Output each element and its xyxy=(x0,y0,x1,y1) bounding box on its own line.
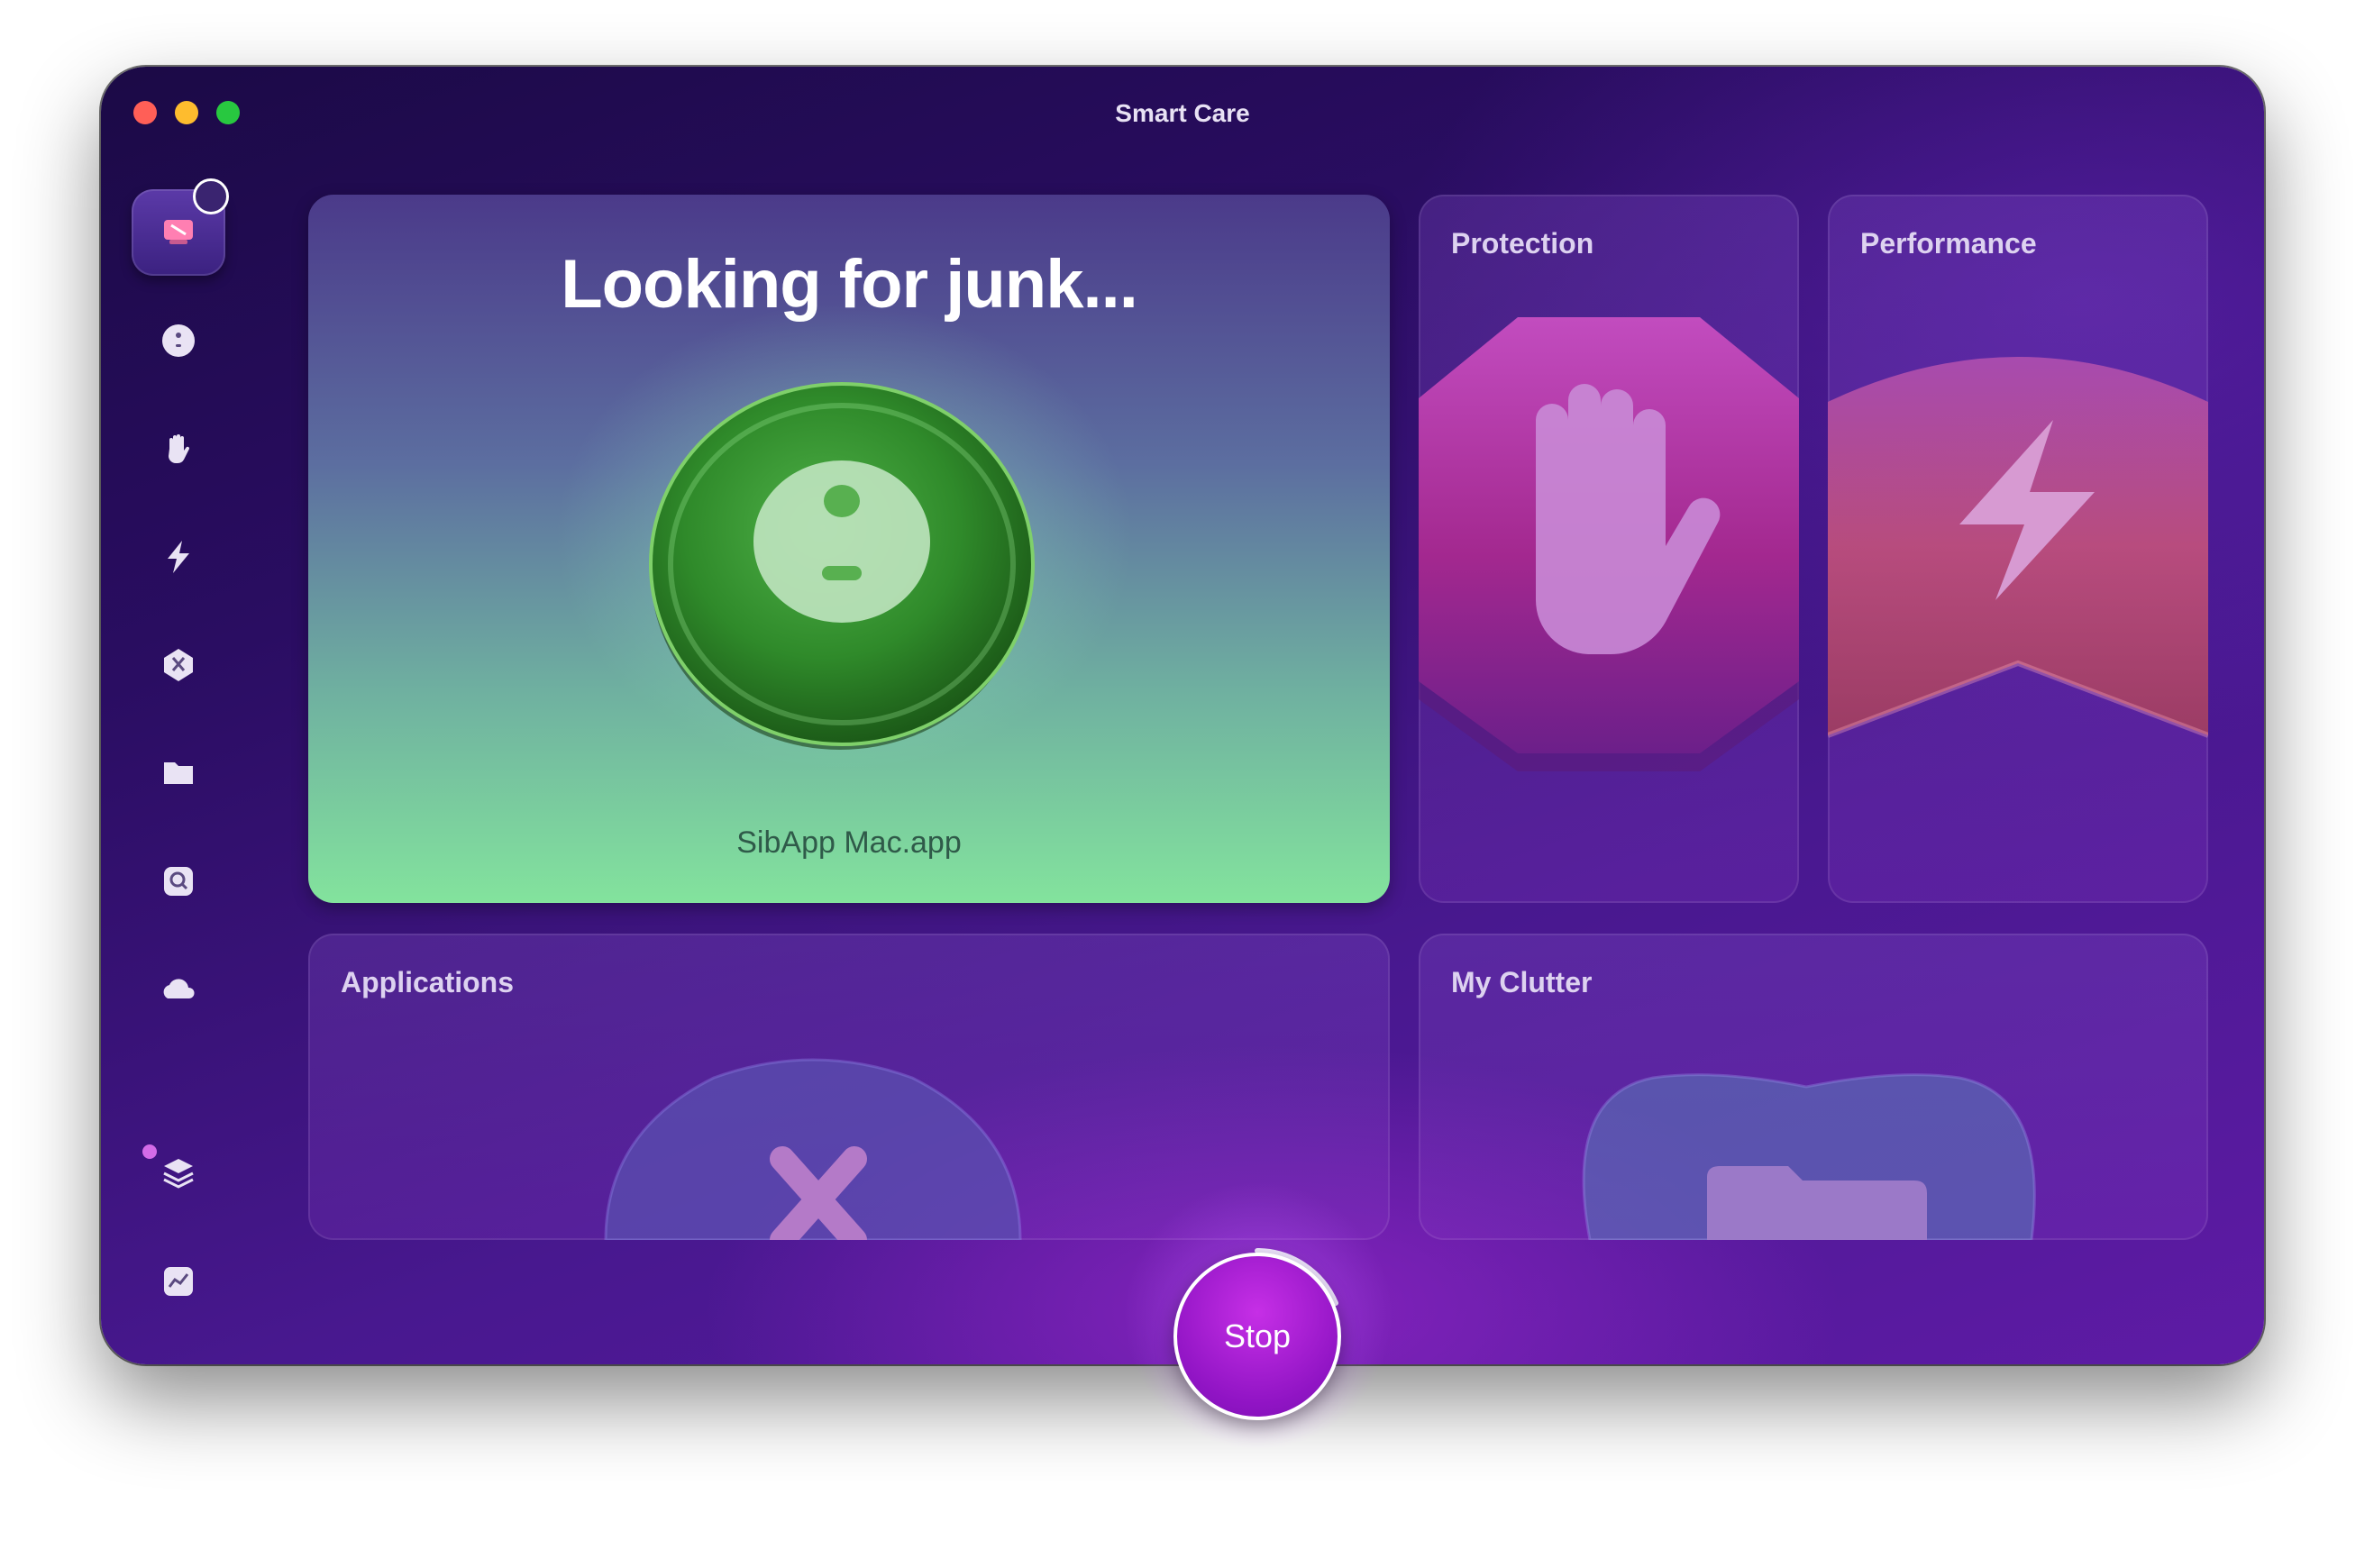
cleanup-icon xyxy=(162,324,195,357)
protection-icon xyxy=(169,434,190,464)
sidebar-item-smart-care[interactable] xyxy=(132,178,229,276)
cleanup-disc-icon xyxy=(556,303,1133,771)
scan-progress-badge xyxy=(193,178,229,214)
sidebar-item-menu-app[interactable] xyxy=(132,1238,225,1325)
sidebar-item-cloud-cleanup[interactable] xyxy=(132,946,225,1033)
my-clutter-icon xyxy=(164,762,193,784)
sidebar-item-performance[interactable] xyxy=(132,514,225,600)
smart-care-window: Smart Care Looking for junk... SibApp Ma… xyxy=(101,67,2264,1364)
protection-shield-hand-icon xyxy=(1419,317,1799,771)
assistant-icon xyxy=(163,1159,194,1189)
protection-label: Protection xyxy=(1451,227,1594,260)
cloud-cleanup-icon xyxy=(163,979,195,998)
menu-app-icon xyxy=(164,1267,193,1296)
sidebar-item-assistant[interactable] xyxy=(132,1130,225,1217)
sidebar-item-protection[interactable] xyxy=(132,406,225,492)
performance-icon xyxy=(168,541,189,573)
my-clutter-card[interactable]: My Clutter xyxy=(1419,934,2208,1240)
sidebar-item-space-lens[interactable] xyxy=(132,838,225,925)
space-lens-icon xyxy=(164,867,193,896)
current-scan-file: SibApp Mac.app xyxy=(736,825,962,860)
my-clutter-label: My Clutter xyxy=(1451,966,1593,998)
sidebar-item-cleanup[interactable] xyxy=(132,297,225,384)
applications-icon xyxy=(164,649,193,681)
performance-bolt-icon xyxy=(1828,357,2208,738)
sidebar-item-applications[interactable] xyxy=(132,622,225,708)
window-title: Smart Care xyxy=(1115,99,1250,127)
smart-care-icon xyxy=(164,220,193,244)
performance-label: Performance xyxy=(1860,227,2037,260)
junk-scan-card: Looking for junk... SibApp Mac.app xyxy=(308,195,1390,903)
protection-card[interactable]: Protection xyxy=(1419,195,1799,903)
stop-button[interactable]: Stop xyxy=(1173,1253,1341,1420)
sidebar xyxy=(101,67,254,1364)
performance-card[interactable]: Performance xyxy=(1828,195,2208,903)
sidebar-item-my-clutter[interactable] xyxy=(132,730,225,816)
applications-label: Applications xyxy=(341,966,515,998)
